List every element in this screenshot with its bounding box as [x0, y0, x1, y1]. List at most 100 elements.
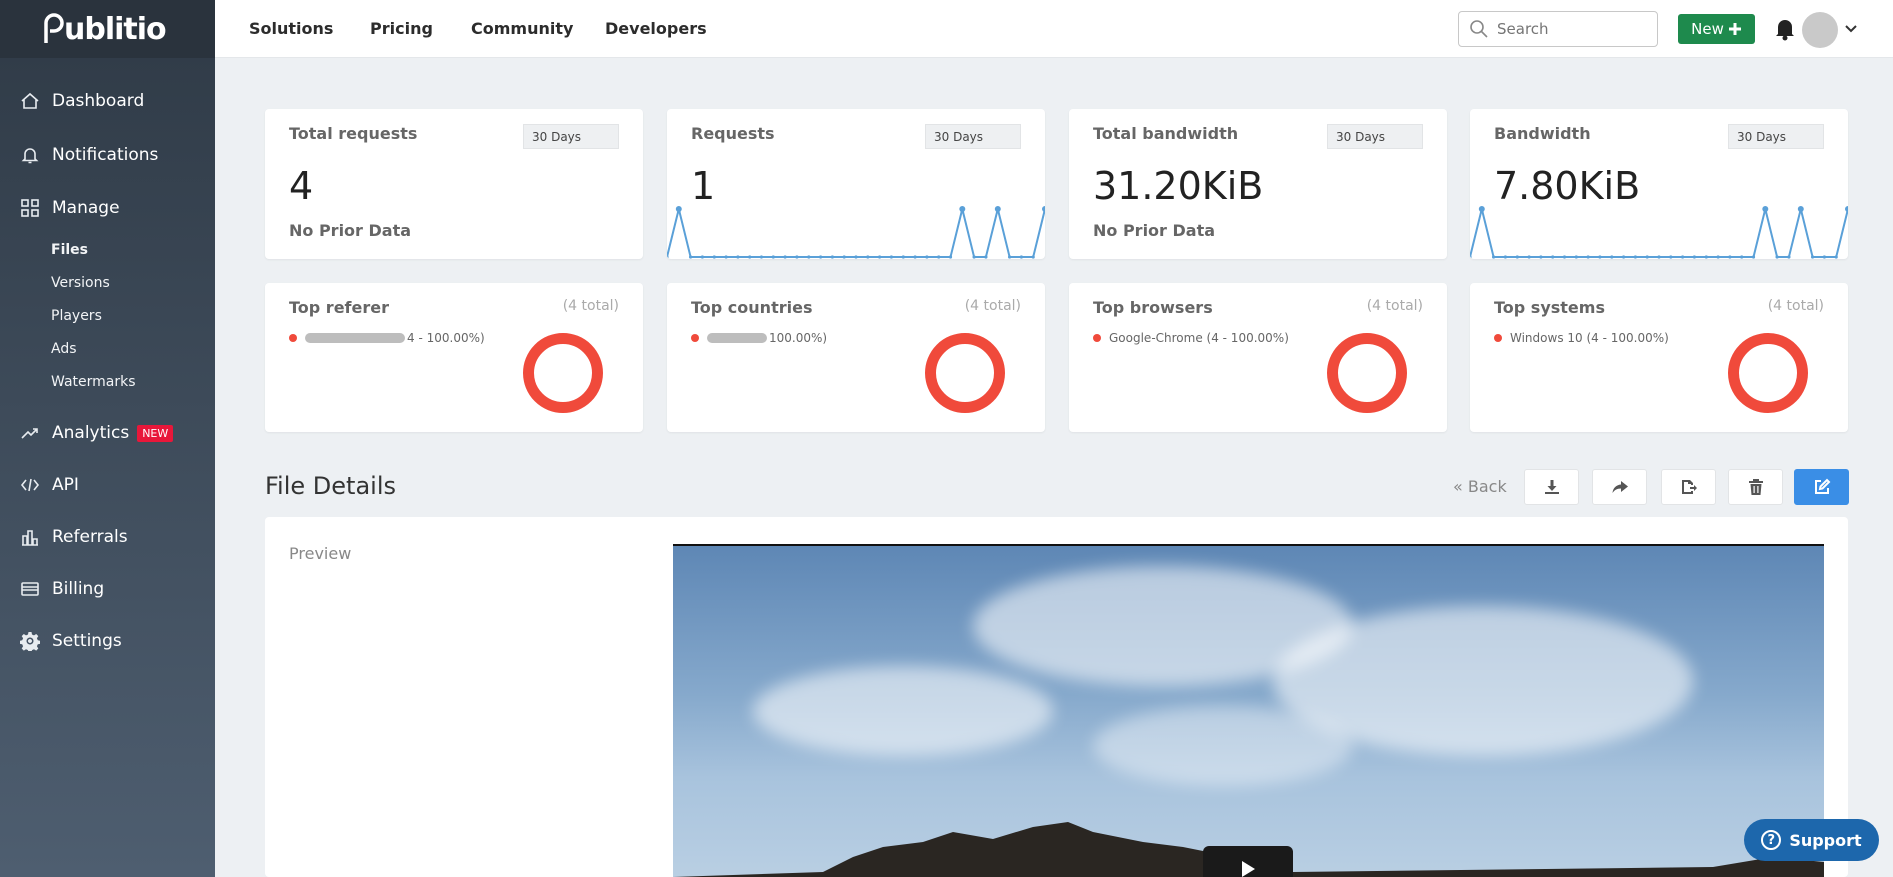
sidebar-item-api[interactable]: API [0, 470, 215, 500]
sparkline-point [866, 255, 870, 259]
sparkline-point [1728, 255, 1732, 259]
stat-value: 4 [289, 164, 314, 208]
sidebar-item-analytics[interactable]: Analytics NEW [0, 418, 215, 448]
donut-chart [523, 333, 603, 413]
range-select[interactable]: 30 Days [1728, 124, 1824, 149]
card-title: Total bandwidth [1093, 124, 1239, 143]
logo[interactable]: ublitio [0, 0, 215, 58]
sidebar-item-label: Referrals [52, 527, 128, 547]
sparkline-point [984, 255, 988, 259]
sparkline-point [700, 255, 704, 259]
nav-community[interactable]: Community [471, 19, 573, 38]
sparkline-point [675, 206, 682, 212]
bell-icon[interactable] [1774, 17, 1796, 41]
back-link[interactable]: « Back [1453, 477, 1507, 496]
sidebar-subitem-files[interactable]: Files [51, 242, 88, 258]
stat-card-requests: Requests 30 Days 1 [667, 109, 1045, 259]
legend-text: 100.00%) [769, 331, 828, 345]
sparkline-point [1657, 255, 1661, 259]
prior-data-label: No Prior Data [1093, 221, 1216, 240]
delete-button[interactable] [1728, 469, 1783, 505]
sparkline-point [724, 255, 728, 259]
cloud [753, 666, 1053, 756]
sparkline-point [712, 255, 716, 259]
sparkline-point [689, 255, 693, 259]
sparkline-point [1834, 255, 1838, 259]
nav-solutions[interactable]: Solutions [249, 19, 333, 38]
range-select[interactable]: 30 Days [925, 124, 1021, 149]
stat-card-total-bandwidth: Total bandwidth 30 Days 31.20KiB No Prio… [1069, 109, 1447, 259]
redacted-text [707, 333, 767, 343]
sparkline-point [1503, 255, 1507, 259]
top-bar: Solutions Pricing Community Developers N… [215, 0, 1893, 58]
sidebar: ublitio Dashboard Notifications Manage F… [0, 0, 215, 877]
sparkline-path [667, 208, 1045, 258]
sidebar-item-label: API [52, 475, 79, 495]
sidebar-item-label: Notifications [52, 145, 159, 165]
download-icon [1544, 480, 1559, 494]
legend-item: 100.00%) [691, 331, 827, 345]
sparkline-point [736, 255, 740, 259]
sidebar-item-dashboard[interactable]: Dashboard [0, 86, 215, 116]
play-button[interactable] [1203, 846, 1293, 877]
card-title: Top countries [691, 298, 813, 317]
sidebar-item-settings[interactable]: Settings [0, 626, 215, 656]
sparkline-point [937, 255, 941, 259]
card-title: Bandwidth [1494, 124, 1591, 143]
donut-chart [925, 333, 1005, 413]
video-player[interactable] [673, 544, 1824, 877]
sparkline-point [1610, 255, 1614, 259]
export-button[interactable] [1661, 469, 1716, 505]
avatar[interactable] [1802, 12, 1838, 48]
total-count: (4 total) [1366, 298, 1423, 314]
sparkline-point [1539, 255, 1543, 259]
sparkline-point [994, 206, 1001, 212]
sparkline-point [1031, 255, 1035, 259]
trash-icon [1748, 479, 1763, 495]
chevron-down-icon[interactable] [1845, 25, 1857, 33]
logo-text: ublitio [64, 11, 167, 47]
card-title: Top browsers [1093, 298, 1213, 317]
search-input[interactable] [1497, 20, 1637, 38]
card-title: Top referer [289, 298, 389, 317]
sparkline-point [948, 255, 953, 259]
sparkline-point [1787, 255, 1791, 259]
share-button[interactable] [1592, 469, 1647, 505]
sparkline-point [1470, 255, 1472, 259]
range-select[interactable]: 30 Days [1327, 124, 1423, 149]
sparkline-point [913, 255, 917, 259]
sidebar-item-referrals[interactable]: Referrals [0, 522, 215, 552]
sparkline-point [1478, 206, 1485, 212]
logo-mark-icon [44, 13, 64, 43]
sidebar-item-manage[interactable]: Manage [0, 193, 215, 223]
sidebar-subitem-ads[interactable]: Ads [51, 341, 77, 357]
sparkline-path [1470, 208, 1848, 258]
support-label: Support [1789, 830, 1862, 850]
nav-developers[interactable]: Developers [605, 19, 707, 38]
stat-value: 31.20KiB [1093, 164, 1264, 208]
requests-sparkline [667, 206, 1045, 259]
sparkline-point [1716, 255, 1720, 259]
help-icon: ? [1761, 830, 1782, 850]
sidebar-subitem-watermarks[interactable]: Watermarks [51, 374, 136, 390]
sparkline-point [1598, 255, 1602, 259]
sparkline-point [1822, 255, 1826, 259]
download-button[interactable] [1524, 469, 1579, 505]
edit-button[interactable] [1794, 469, 1849, 505]
bandwidth-sparkline [1470, 206, 1848, 259]
legend-text: Google-Chrome (4 - 100.00%) [1109, 331, 1289, 345]
sidebar-item-notifications[interactable]: Notifications [0, 140, 215, 170]
range-select[interactable]: 30 Days [523, 124, 619, 149]
sparkline-point [1775, 255, 1779, 259]
search-box[interactable] [1458, 11, 1658, 47]
sparkline-point [854, 255, 858, 259]
sparkline-point [1019, 255, 1023, 259]
new-button[interactable]: New [1678, 14, 1755, 44]
support-button[interactable]: ? Support [1744, 819, 1879, 861]
nav-pricing[interactable]: Pricing [370, 19, 433, 38]
sidebar-subitem-versions[interactable]: Versions [51, 275, 110, 291]
sidebar-subitem-players[interactable]: Players [51, 308, 102, 324]
sidebar-item-billing[interactable]: Billing [0, 574, 215, 604]
sparkline-point [783, 255, 787, 259]
export-icon [1681, 480, 1697, 494]
